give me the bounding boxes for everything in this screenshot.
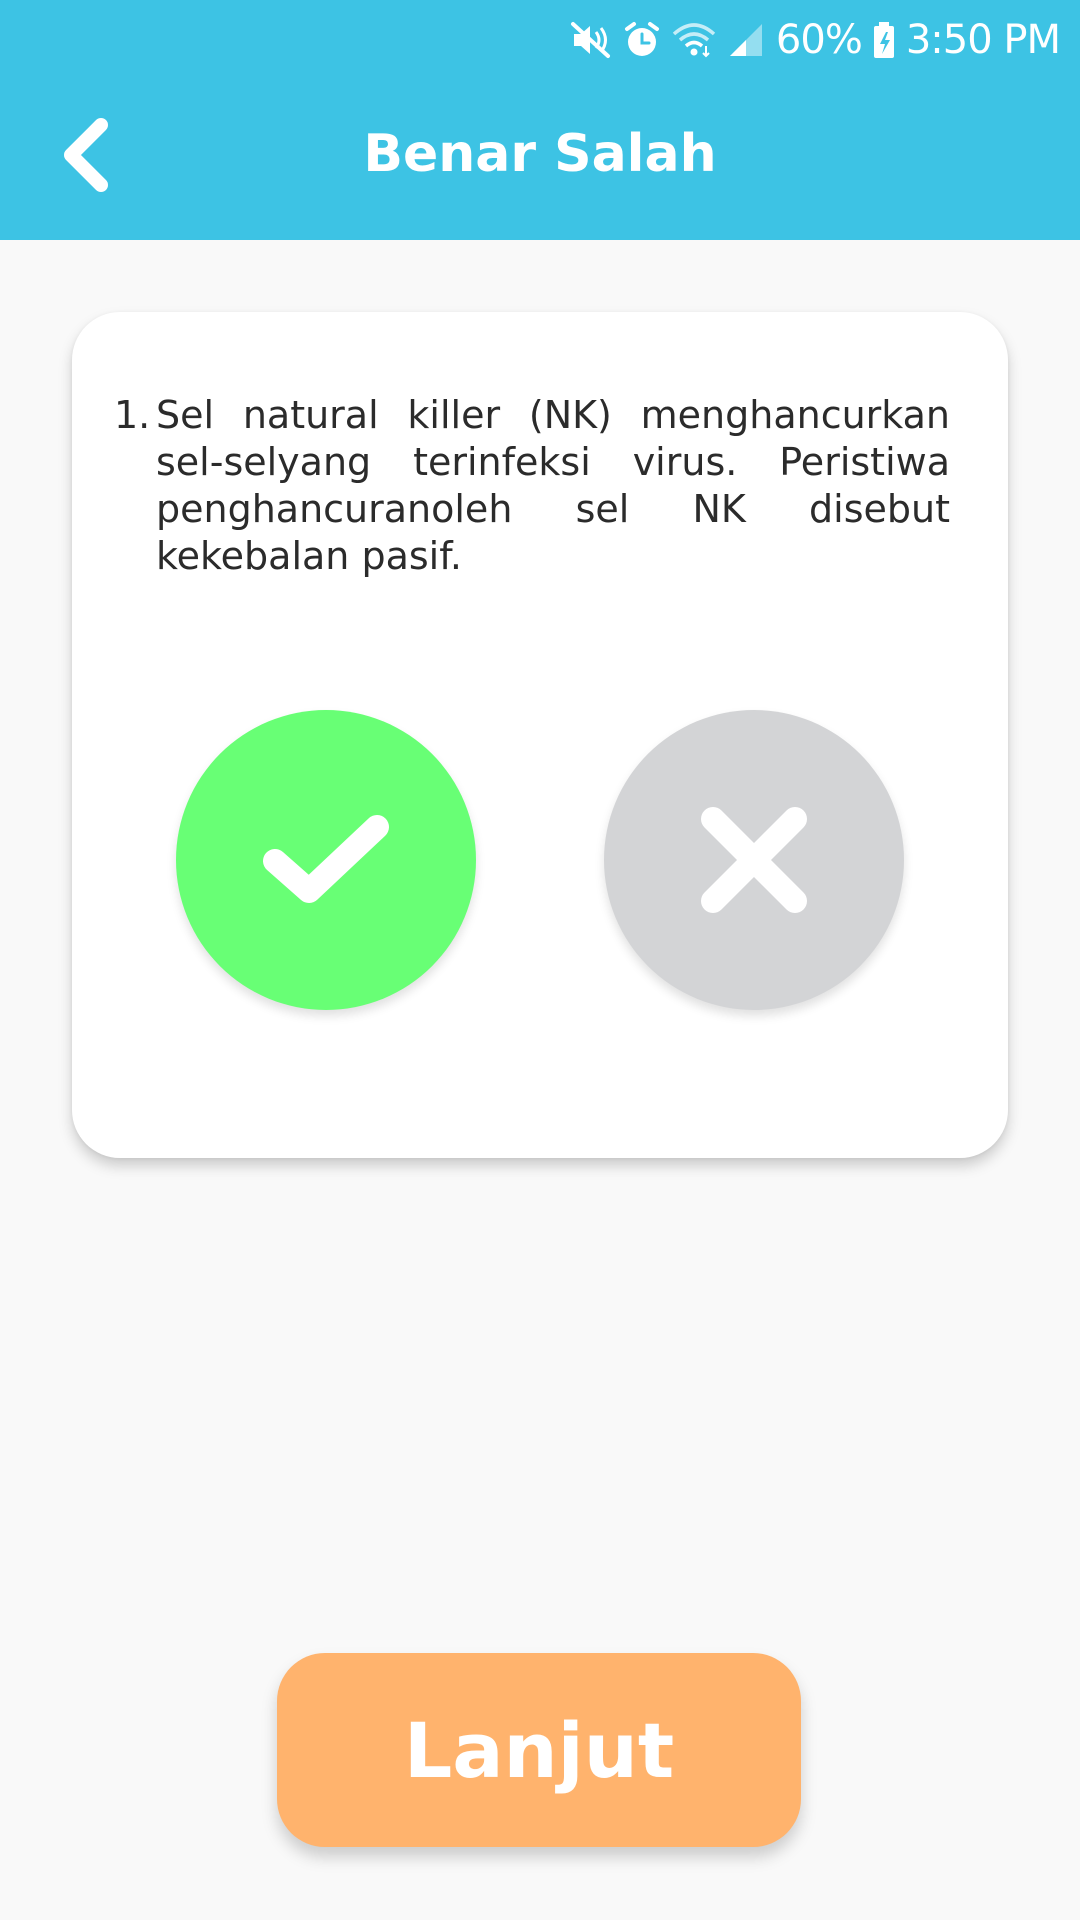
- alarm-icon: [622, 16, 662, 64]
- next-button[interactable]: Lanjut: [277, 1653, 801, 1847]
- question-number: 1.: [114, 393, 151, 437]
- battery-percentage: 60%: [775, 17, 863, 63]
- status-icons: 60% 3:50 PM: [570, 12, 1061, 68]
- question-text: Sel natural killer (NK) menghancurkan se…: [156, 393, 950, 578]
- signal-icon: [726, 16, 766, 64]
- true-answer-button[interactable]: [176, 710, 476, 1010]
- page-title: Benar Salah: [363, 124, 717, 184]
- next-button-label: Lanjut: [403, 1705, 675, 1795]
- battery-charging-icon: [872, 16, 896, 64]
- close-icon: [701, 807, 807, 913]
- wifi-icon: [672, 16, 716, 64]
- false-answer-button[interactable]: [604, 710, 904, 1010]
- mute-icon: [570, 16, 612, 64]
- question: 1. Sel natural killer (NK) menghancurkan…: [114, 392, 950, 580]
- status-bar: 60% 3:50 PM: [0, 0, 1080, 80]
- app-header: 60% 3:50 PM Benar Salah: [0, 0, 1080, 240]
- question-card: 1. Sel natural killer (NK) menghancurkan…: [72, 312, 1008, 1158]
- check-icon: [263, 815, 389, 903]
- clock: 3:50 PM: [905, 17, 1061, 63]
